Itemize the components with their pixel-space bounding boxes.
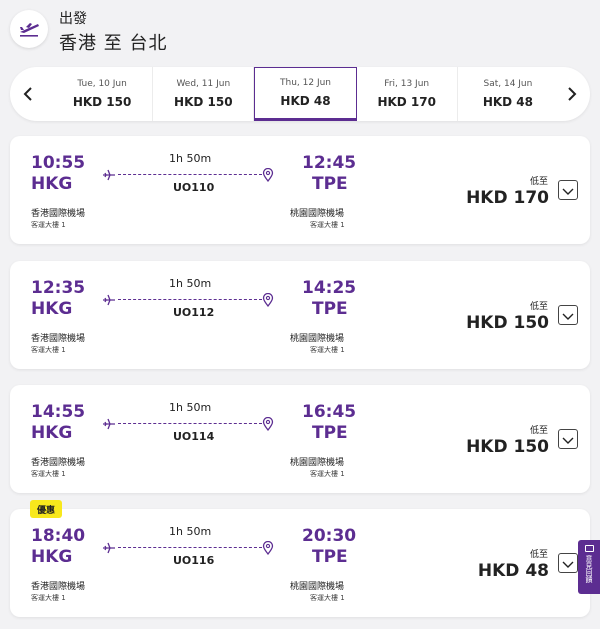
date-option-date: Sat, 14 Jun bbox=[483, 79, 533, 89]
date-option-price: HKD 48 bbox=[482, 95, 533, 109]
departure-terminal: 客運大樓 1 bbox=[31, 470, 66, 478]
route-title: 香港 至 台北 bbox=[59, 33, 168, 54]
direction-label: 出發 bbox=[59, 11, 87, 27]
arrival-terminal: 客運大樓 1 bbox=[310, 594, 345, 602]
expand-button[interactable] bbox=[558, 305, 578, 325]
price-from-label: 低至 bbox=[529, 550, 548, 560]
departure-terminal: 客運大樓 1 bbox=[31, 346, 66, 354]
route-line bbox=[118, 299, 262, 300]
date-option[interactable]: Sat, 14 Jun HKD 48 bbox=[458, 67, 558, 121]
plane-icon bbox=[102, 167, 116, 181]
flight-card[interactable]: 12:35 HKG 香港國際機場 客運大樓 1 1h 50m UO112 14:25 TPE 桃… bbox=[10, 261, 590, 369]
arrival-terminal: 客運大樓 1 bbox=[310, 221, 345, 229]
location-pin-icon bbox=[262, 416, 274, 432]
route-line bbox=[118, 423, 262, 424]
plane-icon bbox=[102, 292, 116, 306]
chevron-right-icon[interactable] bbox=[554, 67, 590, 121]
arrival-airport: 桃園國際機場 bbox=[290, 458, 345, 468]
date-option-date: Thu, 12 Jun bbox=[280, 78, 332, 88]
departure-time: 14:55 bbox=[31, 402, 86, 422]
arrival-time: 14:25 bbox=[302, 278, 357, 298]
departure-airport: 香港國際機場 bbox=[31, 334, 86, 344]
feedback-tab[interactable]: 意見回饋 bbox=[578, 540, 600, 594]
chevron-down-icon bbox=[562, 181, 574, 200]
date-option[interactable]: Wed, 11 Jun HKD 150 bbox=[153, 67, 255, 121]
arrival-terminal: 客運大樓 1 bbox=[310, 470, 345, 478]
flight-card[interactable]: 14:55 HKG 香港國際機場 客運大樓 1 1h 50m UO114 16:45 TPE 桃… bbox=[10, 385, 590, 493]
date-option[interactable]: Thu, 12 Jun HKD 48 bbox=[254, 67, 357, 121]
date-option[interactable]: Fri, 13 Jun HKD 170 bbox=[357, 67, 458, 121]
departure-code: HKG bbox=[31, 547, 73, 567]
arrival-time: 12:45 bbox=[302, 153, 357, 173]
location-pin-icon bbox=[262, 167, 274, 183]
departure-terminal: 客運大樓 1 bbox=[31, 594, 66, 602]
date-option-date: Wed, 11 Jun bbox=[176, 79, 231, 89]
location-pin-icon bbox=[262, 540, 274, 556]
departure-time: 10:55 bbox=[31, 153, 86, 173]
price-from-label: 低至 bbox=[529, 426, 548, 436]
flight-duration: 1h 50m bbox=[169, 525, 212, 538]
flight-duration: 1h 50m bbox=[169, 152, 212, 165]
chevron-down-icon bbox=[562, 430, 574, 449]
flight-price: HKD 170 bbox=[466, 188, 549, 208]
date-option-price: HKD 170 bbox=[377, 95, 436, 109]
departure-terminal: 客運大樓 1 bbox=[31, 221, 66, 229]
flight-duration: 1h 50m bbox=[169, 277, 212, 290]
arrival-time: 20:30 bbox=[302, 526, 357, 546]
departure-time: 18:40 bbox=[31, 526, 86, 546]
chevron-down-icon bbox=[562, 554, 574, 573]
feedback-icon bbox=[584, 545, 594, 552]
chevron-down-icon bbox=[562, 306, 574, 325]
plane-icon bbox=[102, 416, 116, 430]
date-option-price: HKD 150 bbox=[72, 95, 132, 109]
route-line bbox=[118, 174, 262, 175]
departure-airport: 香港國際機場 bbox=[31, 209, 86, 219]
expand-button[interactable] bbox=[558, 180, 578, 200]
arrival-airport: 桃園國際機場 bbox=[290, 209, 345, 219]
departure-code: HKG bbox=[31, 299, 73, 319]
price-from-label: 低至 bbox=[529, 302, 548, 312]
expand-button[interactable] bbox=[558, 553, 578, 573]
flight-duration: 1h 50m bbox=[169, 401, 212, 414]
flight-price: HKD 150 bbox=[466, 313, 549, 333]
arrival-code: TPE bbox=[312, 299, 348, 319]
flight-price: HKD 150 bbox=[466, 437, 549, 457]
page-header: 出發 香港 至 台北 bbox=[0, 0, 600, 62]
arrival-airport: 桃園國際機場 bbox=[290, 582, 345, 592]
arrival-code: TPE bbox=[312, 423, 348, 443]
date-selector: Tue, 10 Jun HKD 150 Wed, 11 Jun HKD 150 Thu,… bbox=[10, 67, 590, 121]
arrival-time: 16:45 bbox=[302, 402, 357, 422]
date-option-date: Tue, 10 Jun bbox=[77, 79, 127, 89]
date-option-price: HKD 150 bbox=[174, 95, 233, 109]
flight-number: UO116 bbox=[173, 554, 215, 567]
plane-icon bbox=[102, 540, 116, 554]
arrival-airport: 桃園國際機場 bbox=[290, 334, 345, 344]
arrival-code: TPE bbox=[312, 547, 348, 567]
date-option[interactable]: Tue, 10 Jun HKD 150 bbox=[52, 67, 154, 121]
route-line bbox=[118, 547, 262, 548]
flight-price: HKD 48 bbox=[477, 561, 549, 581]
expand-button[interactable] bbox=[558, 429, 578, 449]
arrival-code: TPE bbox=[312, 174, 348, 194]
flight-card[interactable]: 10:55 HKG 香港國際機場 客運大樓 1 1h 50m UO110 12:45 TPE 桃… bbox=[10, 136, 590, 244]
arrival-terminal: 客運大樓 1 bbox=[310, 346, 345, 354]
flight-number: UO112 bbox=[173, 306, 215, 319]
date-option-date: Fri, 13 Jun bbox=[384, 79, 430, 89]
departure-airport: 香港國際機場 bbox=[31, 582, 86, 592]
date-option-price: HKD 48 bbox=[280, 94, 331, 108]
flight-number: UO114 bbox=[173, 430, 215, 443]
departure-code: HKG bbox=[31, 423, 73, 443]
chevron-left-icon[interactable] bbox=[10, 67, 46, 121]
departure-code: HKG bbox=[31, 174, 73, 194]
departure-plane-icon bbox=[10, 10, 48, 48]
promo-badge: 優惠 bbox=[30, 500, 63, 518]
feedback-label: 意見回饋 bbox=[585, 555, 593, 583]
departure-time: 12:35 bbox=[31, 278, 86, 298]
flight-number: UO110 bbox=[173, 181, 215, 194]
departure-airport: 香港國際機場 bbox=[31, 458, 86, 468]
price-from-label: 低至 bbox=[529, 177, 548, 187]
location-pin-icon bbox=[262, 292, 274, 308]
flight-card[interactable]: 優惠 18:40 HKG 香港國際機場 客運大樓 1 1h 50m UO116 20:30 TP… bbox=[10, 500, 590, 617]
